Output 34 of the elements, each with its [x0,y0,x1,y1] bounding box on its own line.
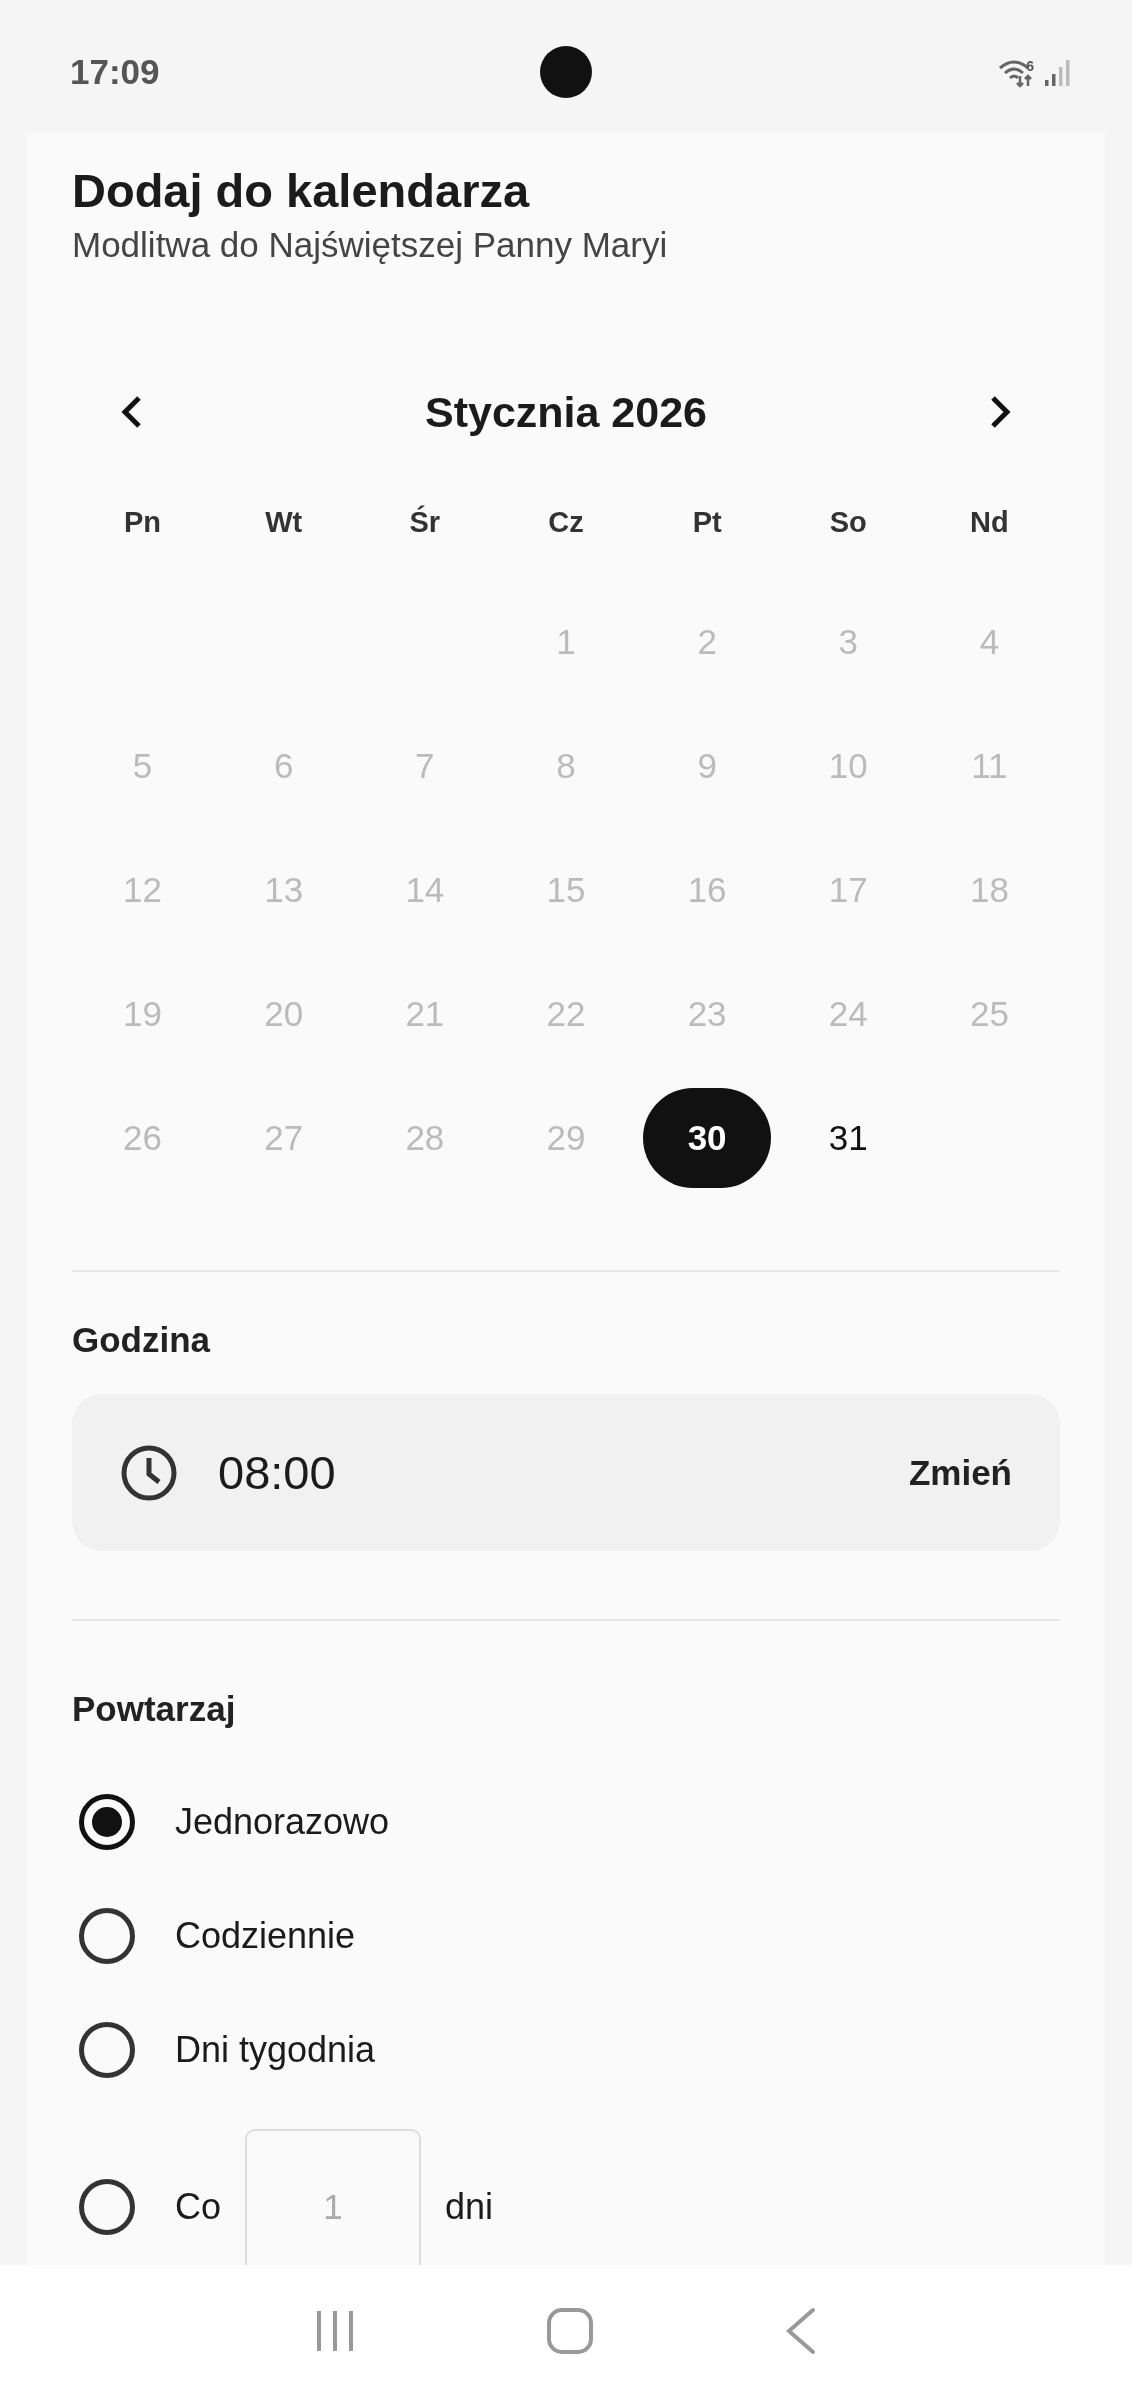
calendar-day[interactable]: 31 [784,1088,913,1189]
recent-apps-icon[interactable] [315,2309,356,2353]
option-label: Jednorazowo [175,1801,390,1844]
weekday-label: Pt [692,505,722,539]
home-icon[interactable] [546,2307,594,2355]
clock-icon [120,1443,178,1502]
month-title: Stycznia 2026 [424,387,708,437]
weekday-label: Wt [265,505,303,539]
section-label: Godzina [72,1320,212,1361]
weekday-label: Cz [548,505,584,539]
radio-button[interactable] [79,1908,135,1965]
weekday-label: So [829,505,867,539]
time-value: 08:00 [218,1445,337,1501]
calendar-day[interactable]: 30 [643,1088,772,1189]
option-suffix: dni [445,2186,494,2229]
dialog-title: Dodaj do kalendarza [72,163,531,219]
signal-icon [1044,57,1072,88]
change-time-button[interactable]: Zmień [908,1452,1012,1493]
back-icon[interactable] [784,2307,817,2355]
status-time: 17:09 [70,51,160,92]
radio-button[interactable] [79,2179,135,2236]
interval-field[interactable]: 1 [245,2129,422,2265]
weekday-label: Nd [970,505,1009,539]
radio-button[interactable] [79,1794,135,1851]
option-label: Dni tygodnia [175,2029,376,2072]
camera-hole [540,46,592,98]
section-label: Powtarzaj [72,1689,237,1730]
radio-button[interactable] [79,2022,135,2079]
network-type-label: 6 [1026,57,1034,74]
option-label: Codziennie [175,1915,356,1958]
dialog-subtitle: Modlitwa do Najświętszej Panny Maryi [72,225,669,266]
option-label: Co [175,2186,222,2229]
weekday-label: Śr [409,505,441,539]
weekday-label: Pn [124,505,162,539]
